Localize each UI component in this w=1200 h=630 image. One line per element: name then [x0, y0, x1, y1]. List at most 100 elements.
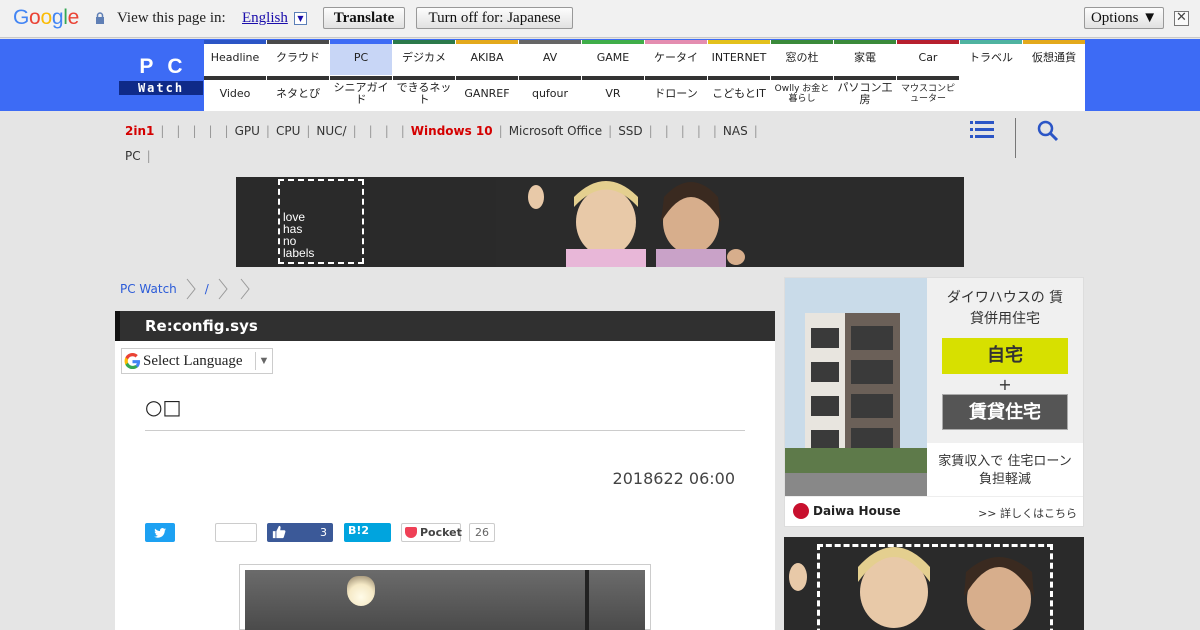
tag-separator: | — [664, 124, 669, 138]
ad-more-link[interactable]: >> 詳しくはこちら — [978, 505, 1077, 521]
tag-separator: | — [498, 124, 503, 138]
nav-item[interactable]: できるネット — [393, 76, 455, 111]
lamp-pole-image — [585, 570, 589, 630]
nav-color-bar — [330, 76, 392, 80]
daiwa-house-logo: Daiwa House — [793, 503, 901, 519]
nav-item-label: ケータイ — [654, 50, 698, 64]
nav-item[interactable]: GAME — [582, 40, 644, 75]
light-bulb-image — [347, 576, 375, 606]
nav-color-bar — [456, 40, 518, 44]
twitter-button[interactable] — [145, 523, 175, 542]
logo-bottom: Watch — [119, 81, 203, 95]
nav-color-bar — [897, 40, 959, 44]
tag-link[interactable]: Windows 10 — [411, 124, 493, 138]
facebook-like-button[interactable]: 3 — [267, 523, 333, 542]
language-link[interactable]: English — [242, 10, 288, 27]
options-button[interactable]: Options ▼ — [1084, 7, 1164, 29]
google-g-icon — [124, 352, 141, 369]
tag-link[interactable]: PC — [125, 149, 141, 163]
nav-item[interactable]: ネタとぴ — [267, 76, 329, 111]
select-language-label: Select Language — [143, 352, 243, 369]
nav-item[interactable]: ドローン — [645, 76, 707, 111]
pocket-icon — [405, 527, 417, 538]
nav-item[interactable]: トラベル — [960, 40, 1022, 75]
tag-separator: | — [712, 124, 717, 138]
translate-prompt: View this page in: — [117, 10, 226, 26]
nav-item[interactable]: 窓の杜 — [771, 40, 833, 75]
nav-item[interactable]: マウスコンピューター — [897, 76, 959, 111]
facebook-count: 3 — [320, 526, 327, 539]
nav-item-label: Video — [219, 86, 251, 100]
tag-link[interactable]: Microsoft Office — [509, 124, 602, 138]
nav-item[interactable]: AV — [519, 40, 581, 75]
nav-color-bar — [267, 76, 329, 80]
translate-button[interactable]: Translate — [323, 7, 405, 29]
banner-text: love has no labels — [283, 210, 315, 260]
nav-item[interactable]: Car — [897, 40, 959, 75]
nav-item-label: GANREF — [464, 86, 510, 100]
nav-item-label: 家電 — [854, 50, 876, 64]
nav-item[interactable]: クラウド — [267, 40, 329, 75]
nav-item[interactable]: パソコン工房 — [834, 76, 896, 111]
top-banner-ad[interactable]: love has no labels — [236, 177, 964, 267]
hatena-bookmark-button[interactable]: B!2 — [344, 523, 391, 542]
pc-watch-logo[interactable]: PC Watch — [119, 55, 203, 95]
nav-item[interactable]: Headline — [204, 40, 266, 75]
nav-item[interactable]: デジカメ — [393, 40, 455, 75]
love-has-no-labels-ad[interactable] — [784, 537, 1084, 630]
nav-item[interactable]: GANREF — [456, 76, 518, 111]
tag-link[interactable]: SSD — [618, 124, 642, 138]
pocket-label: Pocket — [420, 526, 462, 539]
nav-item[interactable]: Owlly お金と暮らし — [771, 76, 833, 111]
nav-item[interactable]: VR — [582, 76, 644, 111]
nav-item[interactable]: qufour — [519, 76, 581, 111]
nav-color-bar — [582, 76, 644, 80]
nav-item-label: Owlly お金と暮らし — [774, 83, 830, 104]
nav-item[interactable]: 家電 — [834, 40, 896, 75]
nav-color-bar — [834, 76, 896, 80]
nav-color-bar — [519, 76, 581, 80]
nav-item[interactable]: こどもとIT — [708, 76, 770, 111]
tag-link[interactable]: 2in1 — [125, 124, 154, 138]
nav-item[interactable]: 仮想通貨 — [1023, 40, 1085, 75]
breadcrumb-home[interactable]: PC Watch — [120, 282, 177, 296]
article-date: 2018622 06:00 — [612, 469, 735, 488]
nav-item-label: INTERNET — [711, 50, 767, 64]
tag-link[interactable]: CPU — [276, 124, 300, 138]
tag-link[interactable]: NAS — [723, 124, 748, 138]
select-language-dropdown[interactable]: Select Language ▼ — [121, 348, 273, 374]
tag-separator: | — [680, 124, 685, 138]
hatena-count: B!2 — [348, 524, 370, 537]
daiwa-logo-icon — [793, 503, 809, 519]
daiwa-house-ad[interactable]: ダイワハウスの 賃貸併用住宅 自宅 + 賃貸住宅 家賃収入で 住宅ローン負担軽減… — [784, 277, 1084, 527]
tag-link[interactable]: NUC/ — [316, 124, 346, 138]
tag-separator: | — [208, 124, 213, 138]
building-image — [785, 278, 927, 496]
article: Re:config.sys Select Language ▼ ○□ 20186… — [115, 311, 775, 630]
nav-item-label: AV — [542, 50, 558, 64]
nav-item[interactable]: ケータイ — [645, 40, 707, 75]
pocket-button[interactable]: Pocket — [401, 523, 462, 542]
breadcrumb-separator[interactable]: / — [205, 282, 209, 296]
nav-item-label: 仮想通貨 — [1032, 50, 1076, 64]
nav-item[interactable]: シニアガイド — [330, 76, 392, 111]
tag-separator: | — [352, 124, 357, 138]
banner-children-photo — [496, 177, 964, 267]
chevron-right-icon — [186, 278, 196, 300]
nav-item-label: VR — [605, 86, 621, 100]
nav-color-bar — [645, 40, 707, 44]
nav-item[interactable]: PC — [330, 40, 392, 75]
nav-item[interactable]: Video — [204, 76, 266, 111]
nav-item[interactable]: AKIBA — [456, 40, 518, 75]
article-photo[interactable] — [239, 564, 651, 630]
nav-item-label: トラベル — [969, 50, 1013, 64]
menu-icon[interactable] — [970, 120, 994, 140]
close-icon[interactable]: ✕ — [1174, 11, 1189, 26]
chevron-right-icon — [218, 278, 228, 300]
language-dropdown-icon[interactable]: ▼ — [294, 12, 307, 25]
search-icon[interactable] — [1037, 120, 1059, 142]
tag-link[interactable]: GPU — [235, 124, 260, 138]
turn-off-button[interactable]: Turn off for: Japanese — [416, 7, 573, 29]
tag-separator: | — [384, 124, 389, 138]
nav-item[interactable]: INTERNET — [708, 40, 770, 75]
